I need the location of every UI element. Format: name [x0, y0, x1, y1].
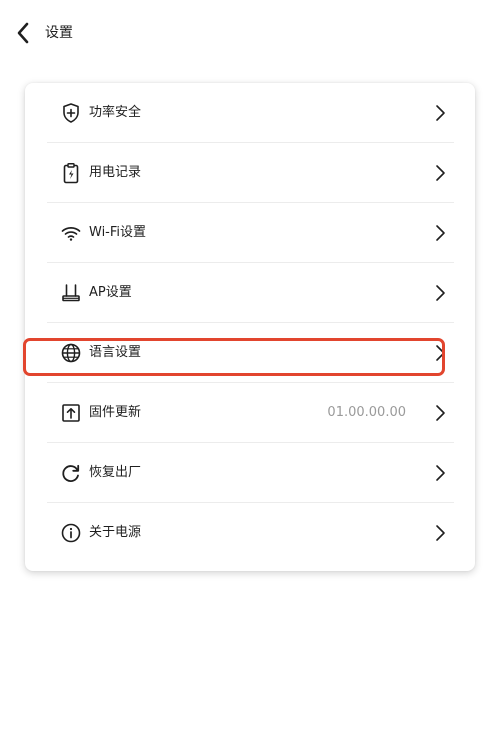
- settings-card: 功率安全 用电记录 Wi-Fi设置 AP设置 语言设置 固件更新 01.00.0…: [25, 83, 475, 571]
- chevron-right-icon: [436, 165, 445, 181]
- chevron-right-icon: [436, 285, 445, 301]
- menu-item-label: 功率安全: [89, 105, 142, 120]
- shield-plus-icon: [59, 101, 83, 125]
- menu-item-power-security[interactable]: 功率安全: [47, 83, 454, 143]
- menu-item-factory-reset[interactable]: 恢复出厂: [47, 443, 454, 503]
- info-icon: [59, 521, 83, 545]
- menu-item-power-records[interactable]: 用电记录: [47, 143, 454, 203]
- chevron-right-icon: [436, 345, 445, 361]
- chevron-left-icon: [17, 22, 29, 44]
- chevron-right-icon: [436, 525, 445, 541]
- menu-item-ap-settings[interactable]: AP设置: [47, 263, 454, 323]
- menu-item-firmware-update[interactable]: 固件更新 01.00.00.00: [47, 383, 454, 443]
- menu-item-label: 用电记录: [89, 165, 142, 180]
- globe-icon: [59, 341, 83, 365]
- chevron-right-icon: [436, 105, 445, 121]
- chevron-right-icon: [436, 405, 445, 421]
- page-title: 设置: [45, 25, 73, 41]
- settings-list: 功率安全 用电记录 Wi-Fi设置 AP设置 语言设置 固件更新 01.00.0…: [47, 83, 454, 563]
- menu-item-language-settings[interactable]: 语言设置: [47, 323, 454, 383]
- wifi-icon: [59, 221, 83, 245]
- menu-item-about-power[interactable]: 关于电源: [47, 503, 454, 563]
- menu-item-label: 固件更新: [89, 405, 142, 420]
- chevron-right-icon: [436, 465, 445, 481]
- refresh-icon: [59, 461, 83, 485]
- menu-item-label: Wi-Fi设置: [89, 225, 147, 240]
- header-bar: 设置: [0, 0, 500, 64]
- menu-item-wifi-settings[interactable]: Wi-Fi设置: [47, 203, 454, 263]
- menu-item-label: 关于电源: [89, 525, 142, 540]
- router-icon: [59, 281, 83, 305]
- chevron-right-icon: [436, 225, 445, 241]
- clipboard-bolt-icon: [59, 161, 83, 185]
- menu-item-label: 语言设置: [89, 345, 142, 360]
- settings-page: 设置 功率安全 用电记录 Wi-Fi设置 AP设置 语言设置 固件更新 01.0…: [0, 0, 500, 750]
- menu-item-label: AP设置: [89, 285, 132, 300]
- firmware-version-value: 01.00.00.00: [327, 405, 406, 420]
- menu-item-label: 恢复出厂: [89, 465, 142, 480]
- upload-box-icon: [59, 401, 83, 425]
- back-button[interactable]: [8, 18, 38, 48]
